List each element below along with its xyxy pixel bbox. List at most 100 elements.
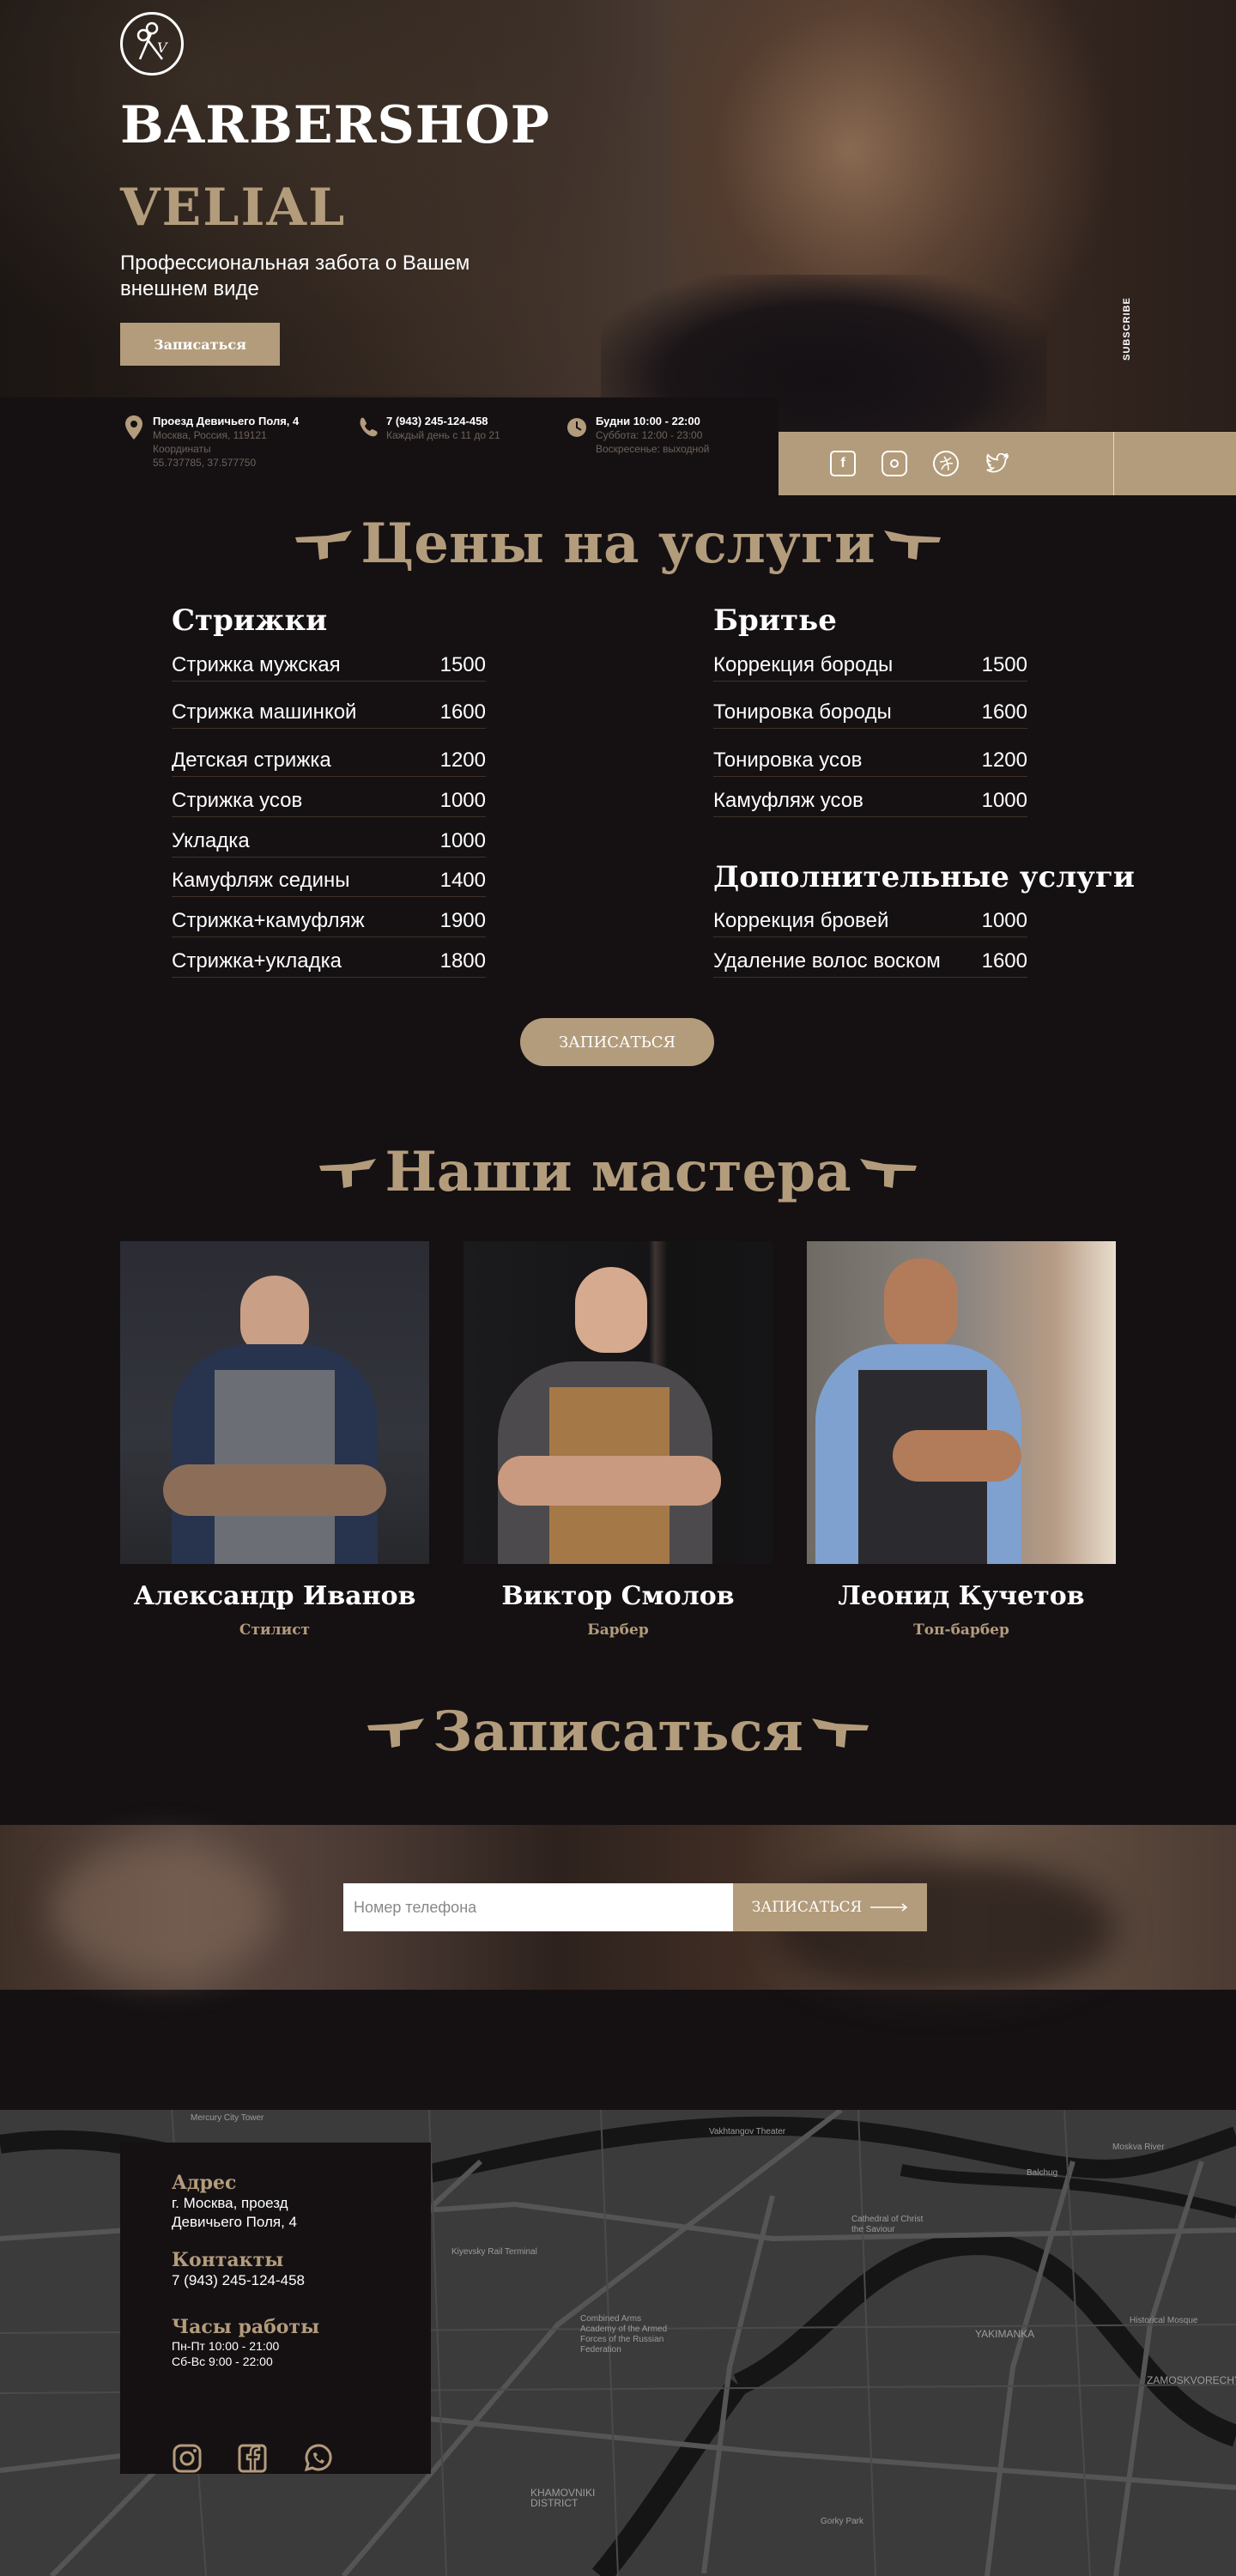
service-price: 1200 [439, 749, 486, 772]
service-name: Детская стрижка [172, 749, 331, 772]
price-row: Удаление волос воском 1600 [713, 949, 1027, 978]
svg-text:V: V [157, 39, 168, 56]
hero-book-button[interactable]: Записаться [120, 323, 280, 366]
service-name: Укладка [172, 829, 250, 852]
price-row: Тонировка усов 1200 [713, 749, 1027, 777]
service-price: 1000 [981, 789, 1027, 812]
service-price: 1600 [439, 700, 486, 724]
razor-right-icon [859, 1158, 917, 1188]
price-row: Камуфляж седины 1400 [172, 869, 486, 897]
map-label: Kiyevsky Rail Terminal [451, 2247, 537, 2257]
master-photo [464, 1241, 772, 1564]
prices-section-title: Цены на услуги [0, 512, 1236, 576]
social-bar: f [779, 432, 1236, 495]
service-name: Стрижка+камуфляж [172, 909, 365, 932]
map-label: Vakhtangov Theater [709, 2127, 786, 2137]
twitter-icon[interactable] [985, 451, 1010, 476]
master-photo [120, 1241, 429, 1564]
razor-left-icon [295, 530, 353, 560]
facebook-icon[interactable]: f [830, 451, 856, 476]
address-line: г. Москва, проезд [172, 2195, 288, 2211]
info-address: Проезд Девичьего Поля, 4 Москва, Россия,… [124, 415, 299, 470]
map-label: YAKIMANKA [975, 2328, 1035, 2340]
map-label: Cathedral of Christ the Saviour [851, 2215, 924, 2234]
shaving-title: Бритье [713, 603, 837, 638]
clock-icon [567, 418, 586, 437]
price-row: Укладка 1000 [172, 829, 486, 858]
razor-left-icon [319, 1158, 377, 1188]
service-price: 1200 [981, 749, 1027, 772]
master-card[interactable]: Александр Иванов Стилист [120, 1241, 429, 1639]
service-name: Тонировка бороды [713, 700, 892, 724]
haircuts-title: Стрижки [172, 603, 328, 638]
masters-section-title: Наши мастера [0, 1140, 1236, 1204]
price-row: Детская стрижка 1200 [172, 749, 486, 777]
map-label: Combined Arms Academy of the Armed Force… [580, 2314, 668, 2355]
razor-right-icon [883, 530, 941, 560]
master-role: Барбер [587, 1621, 649, 1639]
map-label: Gorky Park [821, 2517, 864, 2526]
info-phone: 7 (943) 245-124-458 Каждый день с 11 до … [357, 415, 500, 442]
price-row: Стрижка+укладка 1800 [172, 949, 486, 978]
logo[interactable]: V [120, 12, 184, 76]
service-price: 1000 [439, 789, 486, 812]
price-row: Стрижка усов 1000 [172, 789, 486, 817]
service-name: Камуфляж усов [713, 789, 863, 812]
booking-section-title: Записаться [0, 1700, 1236, 1764]
service-price: 1800 [439, 949, 486, 973]
service-name: Камуфляж седины [172, 869, 350, 892]
map-label: Balchug [1027, 2168, 1058, 2178]
razor-right-icon [811, 1718, 869, 1748]
scissors-razor-icon: V [136, 21, 168, 60]
service-name: Стрижка машинкой [172, 700, 357, 724]
contact-phone[interactable]: 7 (943) 245-124-458 [172, 2271, 431, 2290]
service-price: 1600 [981, 700, 1027, 724]
dribbble-icon[interactable] [933, 451, 959, 476]
service-price: 1500 [439, 653, 486, 676]
service-name: Стрижка+укладка [172, 949, 342, 973]
subscribe-link[interactable]: SUBSCRIBE [1122, 297, 1132, 361]
hero-title-accent: VELIAL [120, 178, 347, 238]
contact-card: Адрес г. Москва, проезд Девичьего Поля, … [120, 2143, 431, 2474]
facebook-icon[interactable] [237, 2443, 268, 2474]
address-line: Девичьего Поля, 4 [172, 2214, 297, 2230]
hours-weekend: Сб-Вс 9:00 - 22:00 [172, 2355, 273, 2368]
instagram-icon[interactable] [882, 451, 907, 476]
phone-icon [360, 417, 378, 437]
master-role: Топ-барбер [913, 1621, 1009, 1639]
map-label: Mercury City Tower [191, 2113, 264, 2123]
price-row: Стрижка мужская 1500 [172, 653, 486, 682]
service-name: Тонировка усов [713, 749, 863, 772]
master-card[interactable]: Леонид Кучетов Топ-барбер [807, 1241, 1116, 1639]
price-row: Стрижка машинкой 1600 [172, 700, 486, 729]
contacts-heading: Контакты [172, 2249, 284, 2271]
service-price: 1000 [439, 829, 486, 852]
address-heading: Адрес [172, 2172, 237, 2194]
map-label: Moskva River [1112, 2143, 1165, 2152]
hero-title: BARBERSHOP [120, 95, 550, 155]
price-row: Коррекция бровей 1000 [713, 909, 1027, 937]
price-row: Коррекция бороды 1500 [713, 653, 1027, 682]
master-card[interactable]: Виктор Смолов Барбер [464, 1241, 772, 1639]
master-name: Александр Иванов [133, 1581, 416, 1611]
service-price: 1000 [981, 909, 1027, 932]
service-price: 1600 [981, 949, 1027, 973]
price-row: Камуфляж усов 1000 [713, 789, 1027, 817]
master-name: Леонид Кучетов [838, 1581, 1085, 1611]
service-price: 1400 [439, 869, 486, 892]
location-pin-icon [125, 415, 142, 439]
razor-left-icon [367, 1718, 425, 1748]
master-role: Стилист [239, 1621, 311, 1639]
service-name: Удаление волос воском [713, 949, 941, 973]
phone-input[interactable] [343, 1883, 733, 1931]
prices-book-button[interactable]: ЗАПИСАТЬСЯ [520, 1018, 714, 1066]
service-price: 1500 [981, 653, 1027, 676]
map-label: Historical Mosque [1130, 2316, 1198, 2325]
whatsapp-icon[interactable] [302, 2443, 333, 2474]
booking-submit-button[interactable]: ЗАПИСАТЬСЯ [733, 1883, 927, 1931]
instagram-icon[interactable] [172, 2443, 203, 2474]
master-name: Виктор Смолов [501, 1581, 735, 1611]
price-row: Тонировка бороды 1600 [713, 700, 1027, 729]
service-name: Стрижка мужская [172, 653, 341, 676]
hours-weekdays: Пн-Пт 10:00 - 21:00 [172, 2339, 280, 2353]
